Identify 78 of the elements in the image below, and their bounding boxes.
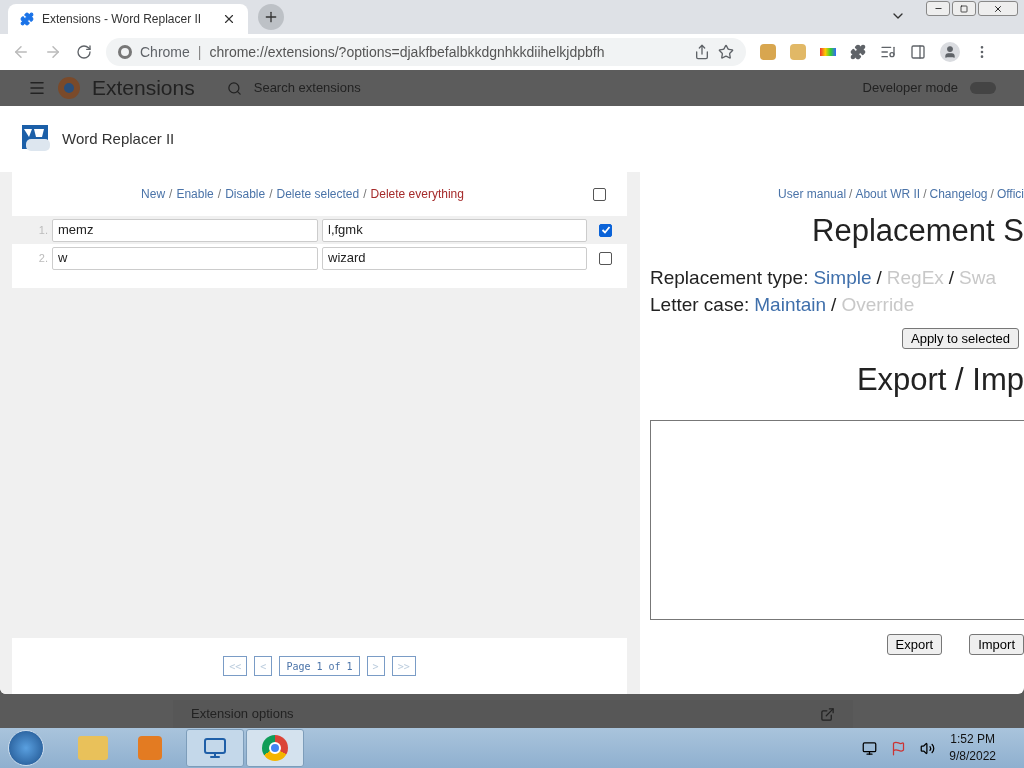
- separator: /: [217, 186, 222, 203]
- separator: /: [831, 293, 837, 317]
- separator: /: [169, 186, 173, 203]
- separator: /: [363, 186, 367, 203]
- restore-button[interactable]: [952, 1, 976, 16]
- close-icon[interactable]: [222, 12, 236, 26]
- close-icon: [993, 3, 1003, 14]
- action-link[interactable]: Enable: [176, 185, 214, 203]
- section-heading: Export / Imp: [855, 361, 1024, 399]
- puzzle-icon[interactable]: [850, 44, 866, 60]
- close-button[interactable]: [978, 1, 1018, 16]
- find-field[interactable]: w: [52, 246, 318, 270]
- external-link-icon[interactable]: [820, 706, 835, 722]
- action-button[interactable]: Export: [886, 633, 943, 655]
- extension-icon[interactable]: [820, 48, 836, 56]
- puzzle-icon: [20, 12, 34, 26]
- separator: /: [948, 266, 955, 290]
- start-button[interactable]: [8, 730, 44, 766]
- action-button[interactable]: Import: [969, 633, 1024, 655]
- section-heading: Replacement S: [811, 216, 1024, 246]
- rule-checkbox[interactable]: [599, 251, 612, 265]
- help-link[interactable]: User manual: [778, 185, 847, 203]
- monitor-icon: [203, 736, 227, 760]
- star-icon[interactable]: [718, 44, 734, 60]
- media-icon[interactable]: [880, 44, 896, 60]
- separator: /: [990, 186, 994, 203]
- tab-title: Extensions - Word Replacer II: [42, 11, 203, 28]
- help-link[interactable]: About WR II: [855, 185, 921, 203]
- help-link[interactable]: Offici: [996, 185, 1024, 203]
- separator: /: [923, 186, 927, 203]
- avatar-icon[interactable]: [940, 42, 960, 62]
- developer-mode-toggle[interactable]: [970, 82, 996, 94]
- chrome-logo-icon: [58, 77, 80, 99]
- find-field[interactable]: memz: [52, 218, 318, 242]
- url-text: chrome://extensions/?options=djakfbefalbkkdgnhkkdiihelkjdpbfh: [209, 42, 605, 62]
- flag-icon[interactable]: [891, 740, 907, 756]
- side-panel-icon[interactable]: [910, 44, 926, 60]
- rule-checkbox[interactable]: [599, 223, 612, 237]
- new-tab-button[interactable]: [258, 4, 284, 30]
- setting-label: Replacement type:: [650, 266, 809, 290]
- action-link[interactable]: Delete everything: [370, 185, 464, 203]
- divider: |: [197, 42, 202, 62]
- select-all-checkbox[interactable]: [593, 187, 606, 201]
- dialog-title: Word Replacer II: [62, 128, 175, 149]
- menu-icon[interactable]: [28, 79, 46, 97]
- share-icon[interactable]: [694, 44, 710, 60]
- chrome-logo-icon: [118, 45, 132, 59]
- setting-label: Letter case:: [650, 293, 750, 317]
- taskbar-app-button[interactable]: [186, 729, 244, 767]
- setting-option[interactable]: Maintain: [754, 291, 827, 318]
- volume-icon[interactable]: [920, 740, 936, 756]
- clock-date: 9/8/2022: [949, 748, 996, 765]
- browser-tab[interactable]: Extensions - Word Replacer II: [8, 4, 248, 34]
- page-indicator: Page 1 of 1: [279, 656, 360, 676]
- network-icon[interactable]: [862, 740, 878, 756]
- minimize-button[interactable]: [926, 1, 950, 16]
- search-icon: [226, 80, 242, 96]
- replace-field[interactable]: l,fgmk: [322, 218, 587, 242]
- reload-icon[interactable]: [76, 44, 92, 60]
- row-number: 2.: [37, 250, 48, 266]
- replace-field[interactable]: wizard: [322, 246, 587, 270]
- help-link[interactable]: Changelog: [929, 185, 988, 203]
- action-link[interactable]: New: [141, 185, 166, 203]
- taskbar-app-button[interactable]: [246, 729, 304, 767]
- action-link[interactable]: Delete selected: [276, 185, 360, 203]
- apply-button[interactable]: Apply to selected: [902, 328, 1019, 349]
- action-link[interactable]: Disable: [225, 185, 266, 203]
- setting-option[interactable]: Simple: [813, 264, 872, 291]
- restore-icon: [960, 4, 968, 13]
- separator: /: [269, 186, 273, 203]
- separator: /: [849, 186, 853, 203]
- site-label: Chrome: [140, 42, 190, 62]
- page-title: Extensions: [92, 75, 195, 102]
- clock-time: 1:52 PM: [950, 731, 995, 748]
- developer-mode-label: Developer mode: [862, 79, 958, 98]
- separator: /: [876, 266, 882, 290]
- plus-icon: [263, 9, 279, 25]
- address-bar[interactable]: Chrome | chrome://extensions/?options=djakfbefalbkkdgnhkkdiihelkjdpbfh: [106, 38, 746, 66]
